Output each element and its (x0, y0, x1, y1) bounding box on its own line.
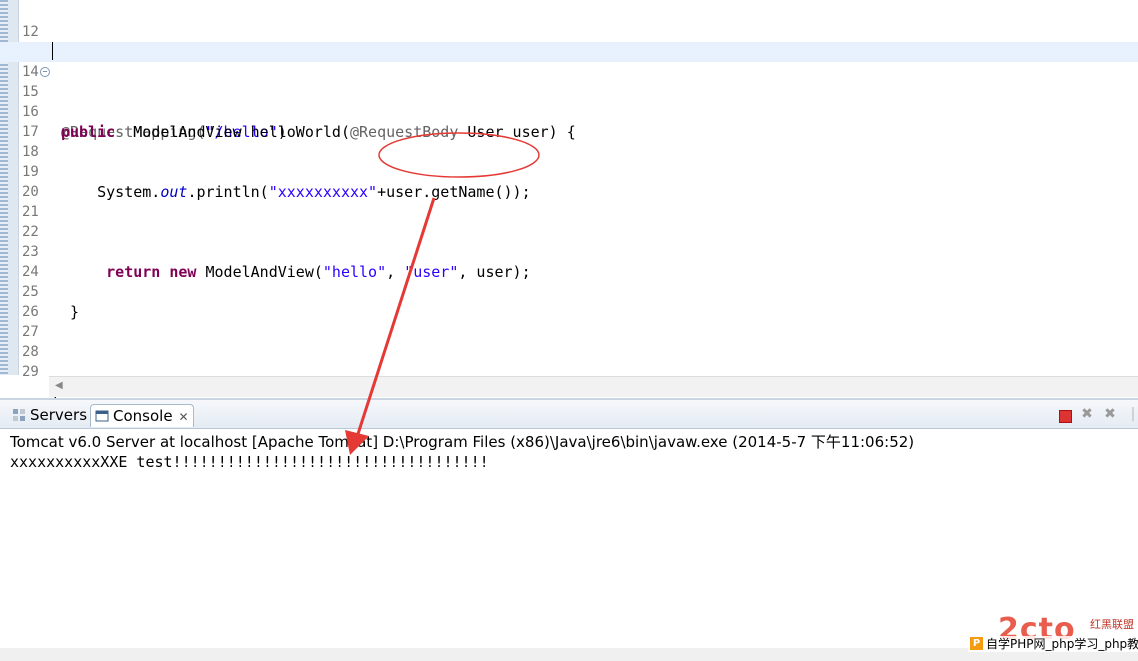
code-line[interactable]: 17 (0, 102, 1138, 140)
tab-servers[interactable]: Servers (8, 404, 91, 426)
remove-launch-icon[interactable]: ✖ (1080, 407, 1094, 421)
code-line[interactable]: 22 (0, 202, 1138, 240)
text-caret (52, 42, 53, 60)
view-tab-bar: Servers Console ✕ ✖ ✖ | (0, 400, 1138, 429)
watermark-text: 自学PHP网_php学习_php教程 (986, 637, 1138, 651)
code-line[interactable]: 28 (0, 322, 1138, 360)
code-line[interactable]: 23 return new ModelAndView("hello", "use… (0, 222, 1138, 281)
code-line[interactable]: 16 public ModelAndView helloWorld(@Reque… (0, 82, 1138, 141)
tab-label: Console (113, 407, 173, 425)
code-line[interactable]: 26 (0, 282, 1138, 320)
remove-all-terminated-icon[interactable]: ✖ (1103, 407, 1117, 421)
tab-label: Servers (30, 406, 88, 424)
servers-icon (13, 409, 25, 421)
scroll-left-arrow-icon[interactable]: ◀ (55, 380, 63, 391)
toolbar-separator: | (1130, 406, 1136, 422)
code-line[interactable]: 18 (0, 122, 1138, 160)
php-logo-icon: P (970, 637, 983, 650)
console-icon (95, 410, 109, 422)
code-line[interactable]: 24 (0, 242, 1138, 280)
code-line[interactable]: 19 System.out.println("xxxxxxxxxx"+user.… (0, 142, 1138, 201)
horizontal-scrollbar[interactable]: ◀ (49, 376, 1138, 397)
current-code-line[interactable]: 14 (0, 42, 1138, 80)
watermark-tag: 红黑联盟 (1090, 618, 1134, 631)
fold-collapse-icon[interactable]: − (40, 67, 50, 77)
code-line[interactable]: 25 } (0, 262, 1138, 321)
code-line[interactable]: 29 } (0, 342, 1138, 398)
code-line[interactable]: 12 (0, 2, 1138, 40)
line-number: 29 (22, 364, 39, 380)
code-line[interactable]: 27 (0, 302, 1138, 340)
code-line[interactable]: 13 (0, 22, 1138, 60)
console-process-description: Tomcat v6.0 Server at localhost [Apache … (10, 433, 915, 451)
close-tab-icon[interactable]: ✕ (179, 410, 189, 424)
watermark-text-box: P 自学PHP网_php学习_php教程 (968, 636, 1138, 652)
terminate-icon[interactable] (1059, 410, 1072, 423)
watermark: 2cto 红黑联盟 P 自学PHP网_php学习_php教程 (968, 612, 1138, 659)
code-line[interactable]: 20 (0, 162, 1138, 200)
tab-console[interactable]: Console ✕ (90, 404, 194, 427)
code-editor[interactable]: 12 13 14 15 − @RequestMapping("/hello") … (0, 0, 1138, 398)
code-line[interactable]: 15 − @RequestMapping("/hello") (0, 62, 1138, 141)
console-output[interactable]: xxxxxxxxxxXXE test!!!!!!!!!!!!!!!!!!!!!!… (10, 453, 489, 471)
code-line[interactable]: 21 (0, 182, 1138, 220)
